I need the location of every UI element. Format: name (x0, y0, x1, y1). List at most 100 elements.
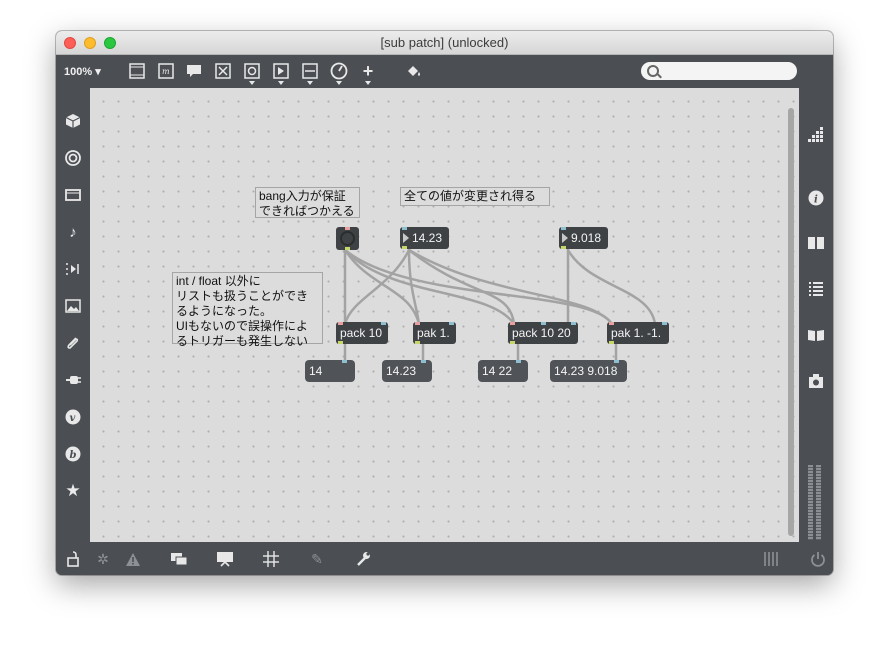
window-stack-icon[interactable] (169, 549, 189, 569)
outlet[interactable] (345, 247, 350, 250)
message-text: 14 22 (482, 364, 513, 378)
vizzie-icon[interactable]: v (63, 407, 83, 427)
number-box[interactable]: 14.23 (400, 227, 449, 249)
patcher-canvas[interactable]: bang入力が保証 できればつかえる 全ての値が変更され得る int / flo… (90, 88, 799, 542)
svg-text:b: b (70, 450, 77, 461)
mixer-icon[interactable] (761, 549, 781, 569)
playbar-icon[interactable] (272, 62, 290, 80)
button-menu-caret[interactable] (249, 81, 255, 85)
inlet[interactable] (571, 322, 576, 325)
left-sidebar: ♪ v b ★ (56, 88, 90, 542)
bottom-toolbar: ✲ ✎ (56, 542, 833, 575)
patcher-window: [sub patch] (unlocked) 100% ▾ m + ♪ v b … (56, 31, 833, 575)
message-box[interactable]: 14 (305, 360, 355, 382)
music-note-icon[interactable]: ♪ (63, 222, 83, 242)
add-menu-caret[interactable] (365, 81, 371, 85)
inlet[interactable] (415, 322, 420, 325)
message-box[interactable]: 14.23 (382, 360, 432, 382)
snapshot-camera-icon[interactable] (806, 371, 826, 391)
right-sidebar: i (799, 88, 833, 542)
paint-bucket-icon[interactable] (405, 62, 423, 80)
inlet[interactable] (510, 322, 515, 325)
inlet[interactable] (516, 360, 521, 363)
inlet[interactable] (449, 322, 454, 325)
debug-icon[interactable]: ✲ (93, 549, 113, 569)
patch-cord[interactable] (566, 248, 657, 326)
info-icon[interactable]: i (806, 188, 826, 208)
title-bar[interactable]: [sub patch] (unlocked) (56, 31, 833, 55)
svg-text:v: v (70, 413, 76, 424)
message-box[interactable]: 14 22 (478, 360, 528, 382)
image-icon[interactable] (63, 296, 83, 316)
outlet[interactable] (510, 341, 515, 344)
zoom-level-menu[interactable]: 100% ▾ (64, 65, 101, 78)
film-media-icon[interactable] (63, 185, 83, 205)
object-text: pak 1. (417, 326, 450, 340)
bang-button[interactable] (336, 227, 359, 250)
search-field[interactable] (641, 62, 797, 80)
plug-icon[interactable] (63, 370, 83, 390)
inlet[interactable] (342, 360, 347, 363)
object-text: pak 1. -1. (611, 326, 662, 340)
message-text: 14 (309, 364, 323, 378)
playbar-menu-caret[interactable] (278, 81, 284, 85)
presentation-icon[interactable] (215, 549, 235, 569)
number-box[interactable]: 9.018 (559, 227, 608, 249)
inlet[interactable] (421, 360, 426, 363)
toggle-icon[interactable] (214, 62, 232, 80)
edit-tag-icon[interactable]: ✎ (307, 549, 327, 569)
outlet[interactable] (415, 341, 420, 344)
comment-box[interactable]: 全ての値が変更され得る (400, 187, 550, 206)
playlist-icon[interactable] (63, 259, 83, 279)
inlet[interactable] (338, 322, 343, 325)
warning-icon[interactable] (123, 549, 143, 569)
reference-book-icon[interactable] (806, 233, 826, 253)
lock-icon[interactable] (63, 549, 83, 569)
message-object-icon[interactable]: m (157, 62, 175, 80)
inlet[interactable] (561, 227, 566, 230)
inlet[interactable] (609, 322, 614, 325)
grid-icon[interactable] (261, 549, 281, 569)
add-object-icon[interactable]: + (359, 61, 377, 81)
list-icon[interactable] (806, 279, 826, 299)
pak-object[interactable]: pak 1. (413, 322, 456, 344)
star-favorites-icon[interactable]: ★ (63, 481, 83, 501)
dial-menu-caret[interactable] (336, 81, 342, 85)
pack-object[interactable]: pack 10 20 (508, 322, 578, 344)
object-text: pack 10 (340, 326, 383, 340)
comment-box[interactable]: bang入力が保証 できればつかえる (255, 187, 360, 218)
wrench-icon[interactable] (353, 549, 373, 569)
svg-text:i: i (814, 195, 818, 206)
patch-cord[interactable] (407, 248, 516, 326)
slider-icon[interactable] (301, 62, 319, 80)
dial-icon[interactable] (330, 62, 348, 80)
comment-box[interactable]: int / float 以外に リストも扱うことができ るようになった。 UIも… (172, 272, 323, 348)
outlet[interactable] (338, 341, 343, 344)
number-arrow-icon (562, 233, 568, 243)
button-icon[interactable] (243, 62, 261, 80)
slider-menu-caret[interactable] (307, 81, 313, 85)
presentation-view-icon[interactable] (128, 62, 146, 80)
power-icon[interactable] (808, 549, 828, 569)
outlet[interactable] (609, 341, 614, 344)
inlet[interactable] (541, 322, 546, 325)
comment-icon[interactable] (185, 62, 203, 80)
message-text: 14.23 (386, 364, 417, 378)
circle-target-icon[interactable] (63, 148, 83, 168)
vertical-scrollbar[interactable] (788, 108, 794, 536)
pak-object[interactable]: pak 1. -1. (607, 322, 669, 344)
grid-dots-icon[interactable] (806, 126, 826, 146)
beap-icon[interactable]: b (63, 444, 83, 464)
outlet[interactable] (561, 246, 566, 249)
message-box[interactable]: 14.23 9.018 (550, 360, 627, 382)
inlet[interactable] (662, 322, 667, 325)
inlet[interactable] (614, 360, 619, 363)
pack-object[interactable]: pack 10 (336, 322, 388, 344)
inlet[interactable] (381, 322, 386, 325)
zoom-level-label: 100% (64, 66, 93, 78)
paperclip-icon[interactable] (63, 333, 83, 353)
outlet[interactable] (402, 246, 407, 249)
docs-book-icon[interactable] (806, 325, 826, 345)
object-cube-icon[interactable] (63, 111, 83, 131)
inlet[interactable] (402, 227, 407, 230)
